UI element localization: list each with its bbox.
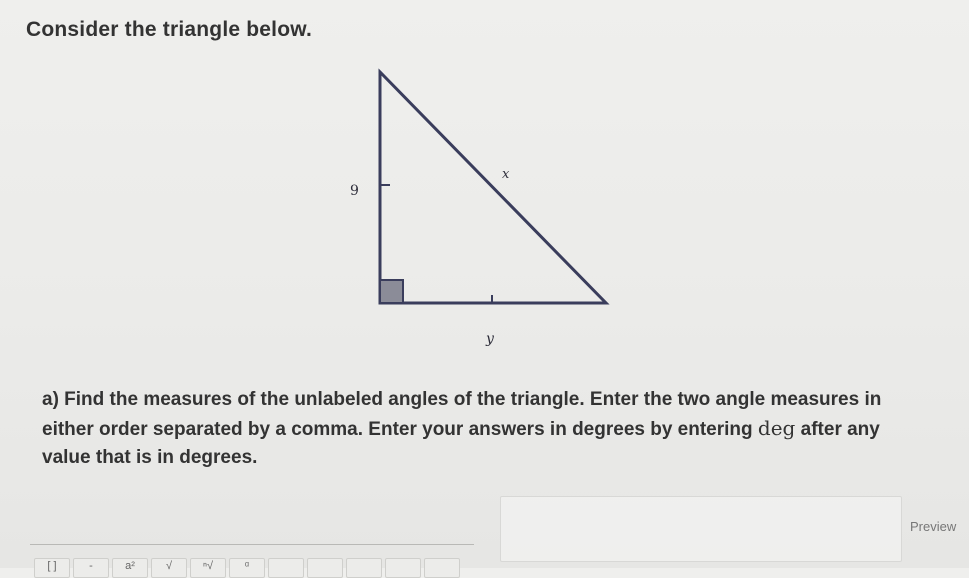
vertical-side-label: 9 [350, 183, 359, 199]
right-angle-marker [379, 279, 404, 304]
toolbar-button-minus[interactable]: - [73, 558, 109, 578]
toolbar-button-sub[interactable]: ᵅ [229, 558, 265, 578]
toolbar-button-sqrt[interactable]: √ [151, 558, 187, 578]
toolbar-button-9[interactable] [385, 558, 421, 578]
toolbar-button-8[interactable] [346, 558, 382, 578]
toolbar-button-nroot[interactable]: ⁿ√ [190, 558, 226, 578]
degree-unit: deg [757, 416, 796, 440]
toolbar-button-6[interactable] [268, 558, 304, 578]
question-title: Consider the triangle below. [26, 18, 313, 41]
question-part-a: a) Find the measures of the unlabeled an… [42, 386, 922, 472]
right-triangle [378, 68, 610, 305]
toolbar-button-brackets[interactable]: [ ] [34, 558, 70, 578]
toolbar-button-7[interactable] [307, 558, 343, 578]
bottom-side-label: y [485, 331, 495, 347]
toolbar-button-power[interactable]: a² [112, 558, 148, 578]
preview-button[interactable]: Preview [910, 519, 956, 534]
question-part-a-text: a) Find the measures of the unlabeled an… [42, 389, 882, 440]
math-toolbar: [ ] - a² √ ⁿ√ ᵅ [34, 558, 460, 578]
triangle-figure: 9 x y [330, 60, 630, 360]
triangle-svg: 9 x y [350, 68, 610, 347]
hypotenuse-label: x [502, 167, 510, 182]
toolbar-button-10[interactable] [424, 558, 460, 578]
answer-input[interactable] [500, 496, 902, 562]
toolbar-divider [30, 544, 474, 545]
